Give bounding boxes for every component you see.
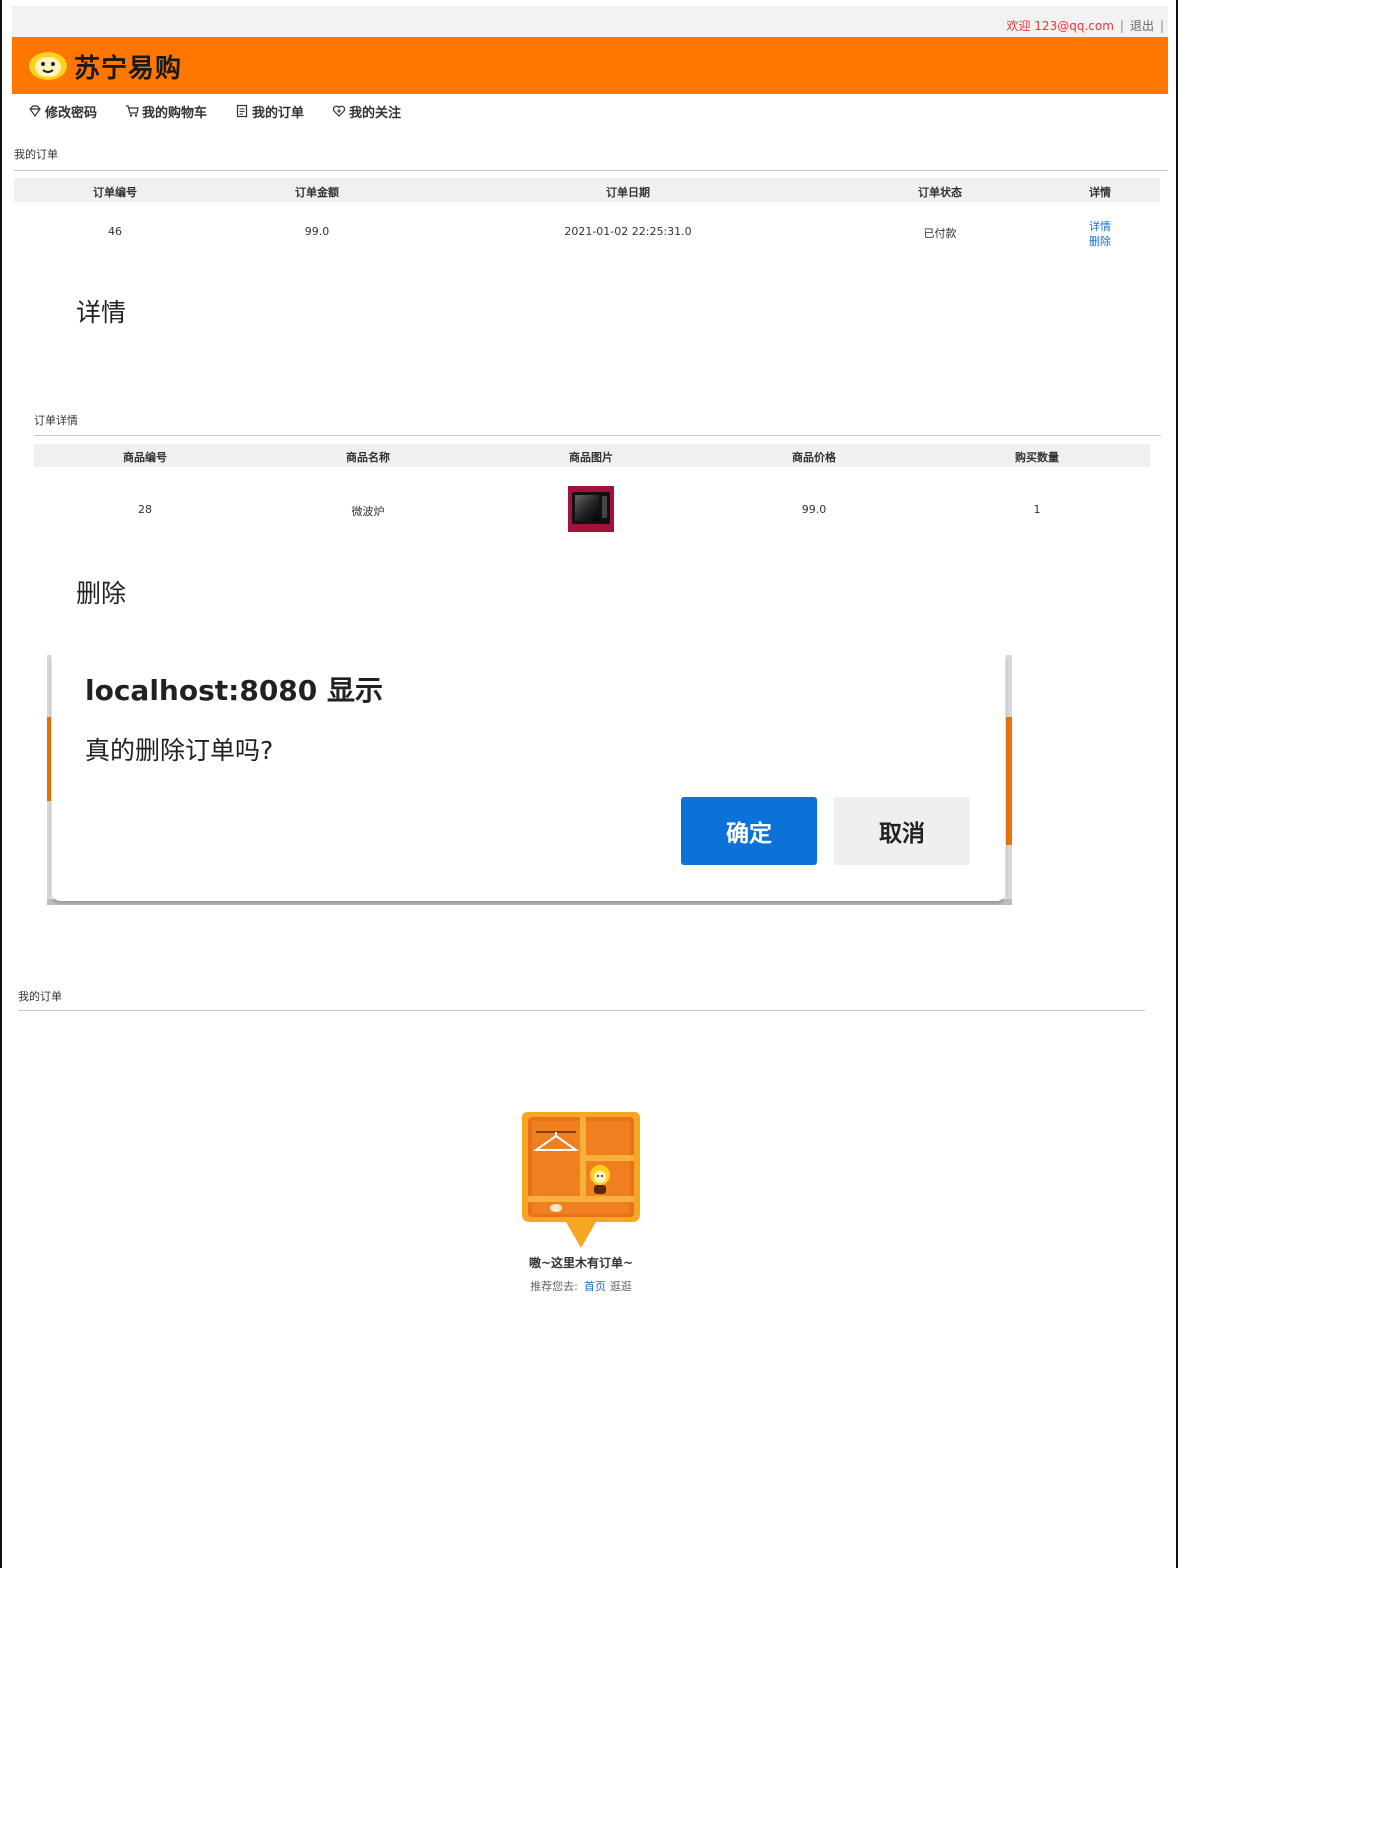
suggest-line: 推荐您去: 首页 逛逛 <box>530 1278 632 1294</box>
order-detail-divider <box>34 435 1161 436</box>
order-detail-link[interactable]: 详情 <box>1089 218 1111 234</box>
detail-price-cell: 99.0 <box>801 503 827 516</box>
orders-header-date: 订单日期 <box>606 186 650 199</box>
detail-product-name-cell: 微波炉 <box>351 505 385 518</box>
caption-delete: 删除 <box>76 579 127 608</box>
site-logo[interactable]: 苏宁易购 <box>28 49 183 84</box>
welcome-user-text: 欢迎 123@qq.com <box>1006 19 1114 33</box>
detail-header-product-price: 商品价格 <box>792 451 836 464</box>
order-status-cell: 已付款 <box>923 227 957 240</box>
empty-wardrobe-illustration <box>522 1112 640 1248</box>
dialog-ok-button[interactable]: 确定 <box>681 797 817 865</box>
background-header-left <box>47 717 51 801</box>
nav-cart-label: 我的购物车 <box>142 105 208 121</box>
cart-icon <box>126 105 139 117</box>
nav-cart[interactable]: 我的购物车 <box>125 100 207 122</box>
dialog-cancel-button[interactable]: 取消 <box>834 797 970 865</box>
orders-divider <box>14 170 1168 171</box>
top-bar: 欢迎 123@qq.com | 退出 | <box>12 6 1168 37</box>
detail-header-product-id: 商品编号 <box>123 451 167 464</box>
orders-table-header <box>14 178 1160 202</box>
frame-left-border <box>0 0 2 1568</box>
microwave-control-panel <box>602 496 607 518</box>
detail-quantity-cell: 1 <box>1033 503 1041 516</box>
orders-header-id: 订单编号 <box>93 186 137 199</box>
topbar-separator: | <box>1119 19 1124 33</box>
orders-section-title: 我的订单 <box>14 148 58 161</box>
orders-header-detail: 详情 <box>1089 186 1111 199</box>
nav-my-orders[interactable]: 我的订单 <box>235 100 304 122</box>
product-image-microwave[interactable] <box>568 486 614 532</box>
confirm-dialog-screenshot: localhost:8080 显示 真的删除订单吗? 确定 取消 <box>47 655 1012 905</box>
microwave-window <box>575 495 599 521</box>
orders-header-status: 订单状态 <box>918 186 962 199</box>
topbar-user-area: 欢迎 123@qq.com | 退出 | <box>1006 17 1164 34</box>
frame-right-border <box>1176 0 1178 1568</box>
caption-detail: 详情 <box>76 298 127 327</box>
empty-orders-section-title: 我的订单 <box>18 990 62 1003</box>
confirm-dialog: localhost:8080 显示 真的删除订单吗? 确定 取消 <box>52 655 1005 901</box>
orders-header-amount: 订单金额 <box>295 186 339 199</box>
home-link[interactable]: 首页 <box>584 1280 606 1293</box>
logout-link[interactable]: 退出 <box>1130 19 1154 33</box>
site-header: 苏宁易购 <box>12 37 1168 94</box>
detail-header-product-name: 商品名称 <box>346 451 390 464</box>
empty-orders-divider <box>18 1010 1145 1011</box>
document-icon <box>236 104 248 118</box>
heart-icon <box>332 105 346 117</box>
empty-orders-message: 嗷~这里木有订单~ <box>528 1256 634 1270</box>
dialog-message: 真的删除订单吗? <box>85 736 274 765</box>
order-amount-cell: 99.0 <box>304 225 330 238</box>
detail-header-quantity: 购买数量 <box>1015 451 1059 464</box>
lion-logo-icon <box>29 52 67 80</box>
order-delete-link[interactable]: 删除 <box>1089 233 1111 249</box>
order-date-cell: 2021-01-02 22:25:31.0 <box>564 225 692 238</box>
detail-product-id-cell: 28 <box>138 503 152 516</box>
nav-my-follows-label: 我的关注 <box>349 105 402 121</box>
order-id-cell: 46 <box>108 225 122 238</box>
logo-text: 苏宁易购 <box>74 53 183 84</box>
background-header-right <box>1006 717 1012 845</box>
nav-my-orders-label: 我的订单 <box>252 105 305 121</box>
nav-change-password[interactable]: 修改密码 <box>28 100 97 122</box>
nav-change-password-label: 修改密码 <box>45 105 98 121</box>
detail-header-product-image: 商品图片 <box>569 451 613 464</box>
browse-text: 逛逛 <box>609 1280 632 1293</box>
suggest-prefix: 推荐您去: <box>530 1280 578 1293</box>
dialog-title: localhost:8080 显示 <box>85 674 384 707</box>
order-detail-section-title: 订单详情 <box>34 414 78 427</box>
nav-my-follows[interactable]: 我的关注 <box>332 100 401 122</box>
account-nav: 修改密码 我的购物车 我的订单 我的关注 <box>28 100 429 122</box>
topbar-separator-end: | <box>1159 19 1164 33</box>
gem-icon <box>29 105 41 118</box>
